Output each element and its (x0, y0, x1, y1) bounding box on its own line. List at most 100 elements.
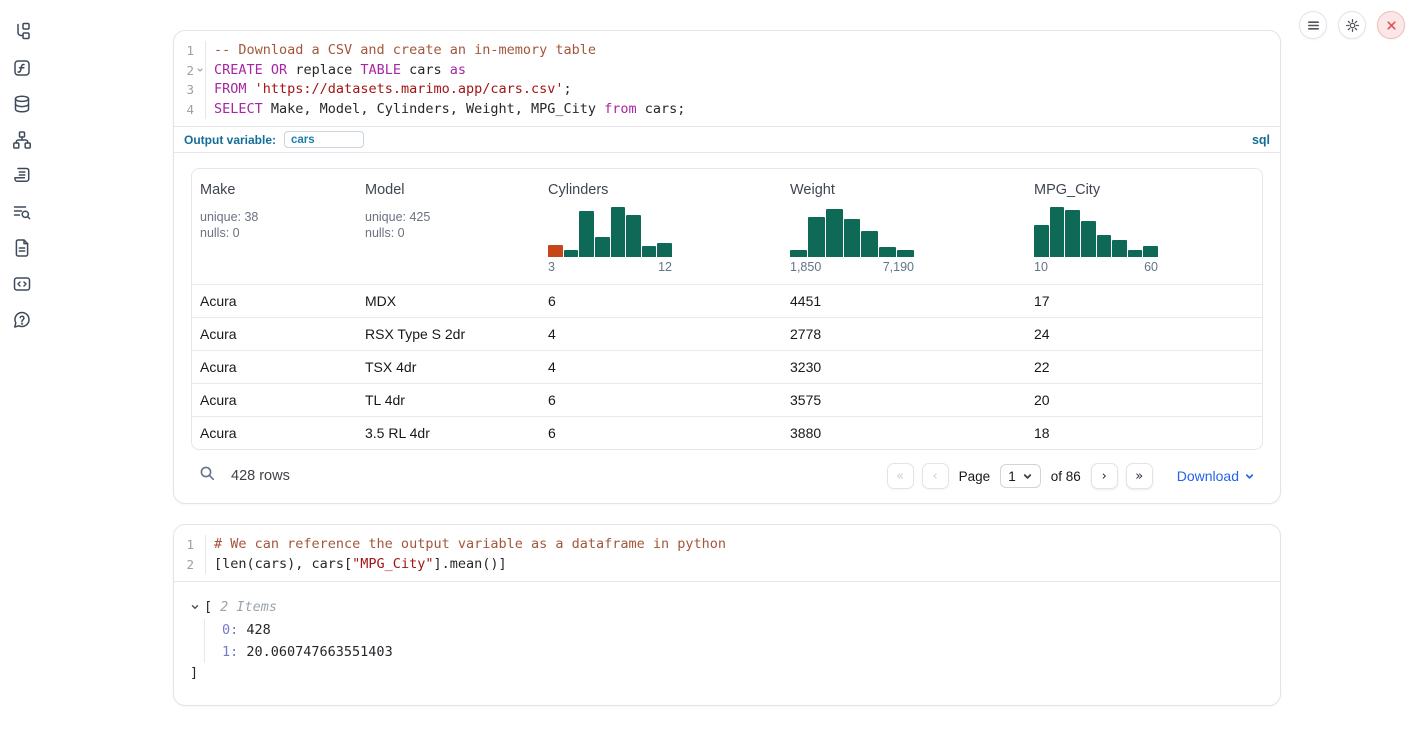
line-number-gutter: 1 (174, 41, 206, 61)
shutdown-button[interactable] (1377, 11, 1405, 39)
histogram-bar[interactable] (626, 215, 641, 257)
code-text: SELECT Make, Model, Cylinders, Weight, M… (206, 100, 685, 120)
documentation-icon[interactable] (12, 238, 32, 258)
table-row[interactable]: AcuraTL 4dr6357520 (192, 383, 1262, 416)
histogram-bar[interactable] (1143, 246, 1158, 257)
table-row[interactable]: Acura3.5 RL 4dr6388018 (192, 416, 1262, 449)
python-cell: 1 # We can reference the output variable … (173, 524, 1281, 706)
close-bracket: ] (190, 663, 1264, 683)
column-header-mpg_city[interactable]: MPG_City 1060 (1026, 169, 1262, 284)
histogram-bar[interactable] (861, 231, 878, 257)
functions-icon[interactable] (12, 58, 32, 78)
histogram-bar[interactable] (826, 209, 843, 257)
histogram-bar[interactable] (564, 250, 579, 257)
sql-code-editor[interactable]: 1-- Download a CSV and create an in-memo… (174, 31, 1280, 126)
code-line[interactable]: 2CREATE OR replace TABLE cars as (174, 61, 1280, 81)
file-explorer-icon[interactable] (12, 22, 32, 42)
chevron-down-icon (1022, 471, 1033, 482)
code-token: as (450, 62, 466, 78)
settings-button[interactable] (1338, 11, 1366, 39)
chevron-down-icon (1244, 471, 1255, 482)
histogram-bar[interactable] (642, 246, 657, 257)
histogram-bar[interactable] (1065, 210, 1080, 257)
histogram-bar[interactable] (844, 219, 861, 257)
logs-icon[interactable] (12, 202, 32, 222)
code-token: replace (287, 62, 360, 78)
menu-button[interactable] (1299, 11, 1327, 39)
code-line[interactable]: 4SELECT Make, Model, Cylinders, Weight, … (174, 100, 1280, 120)
code-line[interactable]: 3FROM 'https://datasets.marimo.app/cars.… (174, 80, 1280, 100)
code-token: # We can reference the output variable a… (214, 536, 726, 552)
histogram-bar[interactable] (1034, 225, 1049, 257)
hamburger-icon (1306, 18, 1321, 33)
histogram-bar[interactable] (808, 217, 825, 257)
page-select-value: 1 (1008, 469, 1016, 484)
datasources-icon[interactable] (12, 94, 32, 114)
column-title: Weight (790, 182, 1018, 198)
code-line[interactable]: 2[len(cars), cars["MPG_City"].mean()] (174, 555, 1280, 575)
code-line[interactable]: 1 # We can reference the output variable … (174, 535, 1280, 555)
histogram-bar[interactable] (548, 245, 563, 257)
histogram-bar[interactable] (579, 211, 594, 257)
scratchpad-icon[interactable] (12, 166, 32, 186)
dependency-graph-icon[interactable] (12, 130, 32, 150)
tree-entry-value: 20.060747663551403 (238, 644, 392, 660)
table-cell: 6 (540, 384, 782, 416)
histogram-bar[interactable] (595, 237, 610, 257)
tree-entry: 1: 20.060747663551403 (222, 641, 1264, 663)
chevron-down-icon (190, 602, 200, 612)
column-histogram[interactable]: 312 (548, 205, 672, 274)
histogram-bar[interactable] (1112, 240, 1127, 257)
histogram-bar[interactable] (790, 250, 807, 257)
snippets-icon[interactable] (12, 274, 32, 294)
histogram-bar[interactable] (897, 250, 914, 257)
column-title: MPG_City (1034, 182, 1254, 198)
table-body: AcuraMDX6445117AcuraRSX Type S 2dr427782… (192, 284, 1262, 449)
prev-page-button[interactable]: ‹ (922, 463, 949, 489)
search-icon[interactable] (199, 465, 216, 487)
histogram-bar[interactable] (1050, 207, 1065, 257)
table-row[interactable]: AcuraTSX 4dr4323022 (192, 350, 1262, 383)
first-page-button[interactable]: « (887, 463, 914, 489)
column-header-make[interactable]: Makeunique: 38nulls: 0 (192, 169, 357, 284)
column-stat-line: nulls: 0 (365, 225, 532, 241)
code-line[interactable]: 1-- Download a CSV and create an in-memo… (174, 41, 1280, 61)
table-row[interactable]: AcuraRSX Type S 2dr4277824 (192, 317, 1262, 350)
column-histogram[interactable]: 1060 (1034, 205, 1158, 274)
help-icon[interactable] (12, 310, 32, 330)
python-code-editor[interactable]: 1 # We can reference the output variable … (174, 525, 1280, 581)
histogram-min-label: 10 (1034, 260, 1048, 274)
line-number: 3 (186, 80, 194, 100)
histogram-bar[interactable] (611, 207, 626, 257)
histogram-bar[interactable] (879, 247, 896, 257)
table-cell: Acura (192, 351, 357, 383)
histogram-bar[interactable] (657, 243, 672, 257)
page-select[interactable]: 1 (1000, 464, 1041, 488)
table-cell: 6 (540, 285, 782, 317)
list-output-tree: [ 2 Items 0: 4281: 20.060747663551403 ] (174, 582, 1280, 705)
column-header-model[interactable]: Modelunique: 425nulls: 0 (357, 169, 540, 284)
histogram-min-label: 1,850 (790, 260, 821, 274)
tree-entry-index: 0: (222, 622, 238, 638)
output-variable-input[interactable] (284, 131, 364, 148)
column-header-cylinders[interactable]: Cylinders312 (540, 169, 782, 284)
histogram-axis-labels: 1,8507,190 (790, 260, 914, 274)
column-stat-line: nulls: 0 (200, 225, 349, 241)
last-page-button[interactable]: » (1126, 463, 1153, 489)
column-histogram[interactable]: 1,8507,190 (790, 205, 914, 274)
table-row[interactable]: AcuraMDX6445117 (192, 284, 1262, 317)
tree-root[interactable]: [ 2 Items (190, 597, 1264, 617)
line-number: 1 (186, 535, 194, 555)
column-header-weight[interactable]: Weight 1,8507,190 (782, 169, 1026, 284)
code-token: "MPG_City" (352, 556, 433, 572)
histogram-bar[interactable] (1128, 250, 1143, 257)
close-icon (1384, 18, 1399, 33)
next-page-button[interactable]: › (1091, 463, 1118, 489)
fold-chevron-icon[interactable] (194, 66, 205, 74)
table-cell: Acura (192, 417, 357, 449)
histogram-bar[interactable] (1081, 221, 1096, 257)
table-output-area: Makeunique: 38nulls: 0Modelunique: 425nu… (174, 153, 1280, 450)
table-cell: Acura (192, 384, 357, 416)
histogram-bar[interactable] (1097, 235, 1112, 257)
download-button[interactable]: Download (1177, 468, 1255, 484)
